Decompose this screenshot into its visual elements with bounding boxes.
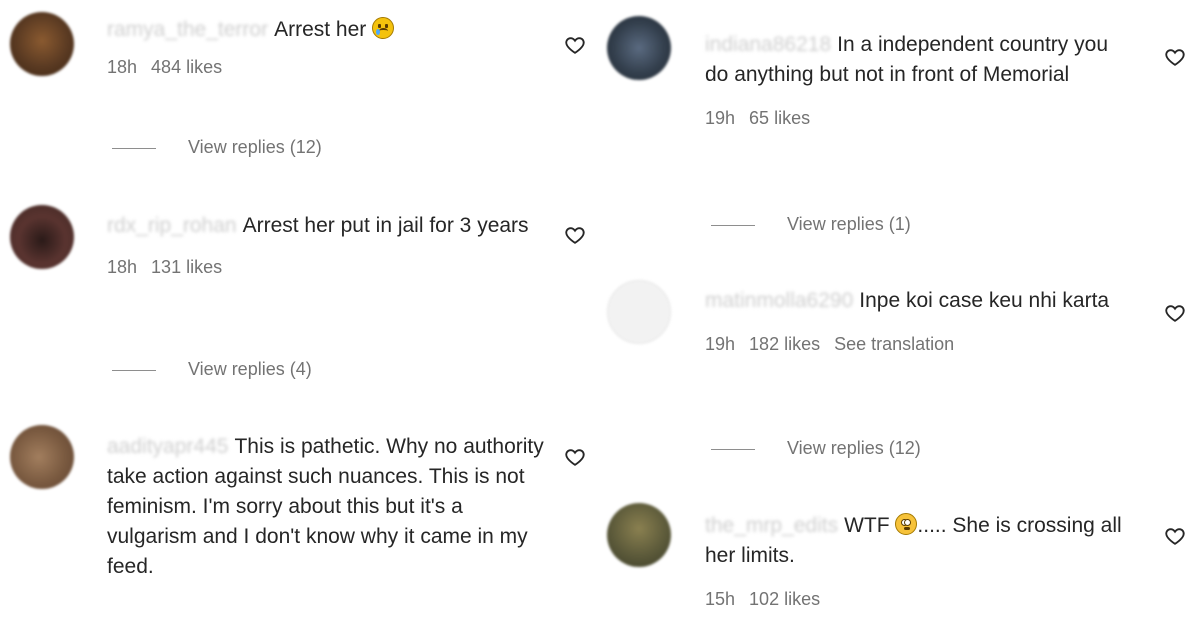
comment-meta: 15h 102 likes (705, 587, 1125, 611)
divider (711, 448, 755, 450)
flushed-face-icon (895, 513, 918, 535)
comment-username[interactable]: ramya_the_terror (107, 18, 268, 41)
comment-likes[interactable]: 102 likes (749, 589, 820, 609)
view-replies-button[interactable]: View replies (4) (112, 357, 312, 381)
comment-text: ramya_the_terror Arrest her (107, 15, 547, 45)
view-replies-button[interactable]: View replies (1) (711, 212, 911, 236)
comment-time[interactable]: 19h (705, 108, 735, 128)
view-replies-button[interactable]: View replies (12) (112, 135, 322, 159)
avatar[interactable] (607, 16, 671, 80)
comment-likes[interactable]: 65 likes (749, 108, 810, 128)
heart-outline-icon[interactable] (564, 34, 586, 56)
comment-time[interactable]: 18h (107, 257, 137, 277)
view-replies-label: View replies (4) (188, 359, 312, 379)
view-replies-label: View replies (12) (188, 137, 322, 157)
view-replies-label: View replies (1) (787, 214, 911, 234)
comment-likes[interactable]: 182 likes (749, 334, 820, 354)
comment-text: rdx_rip_rohan Arrest her put in jail for … (107, 211, 547, 241)
divider (711, 224, 755, 226)
comment-message: Arrest her put in jail for 3 years (242, 214, 529, 237)
see-translation-link[interactable]: See translation (834, 334, 954, 354)
view-replies-label: View replies (12) (787, 438, 921, 458)
comment-message: Arrest her (274, 18, 367, 41)
comment-meta: 19h 65 likes (705, 106, 1125, 130)
comment-meta: 18h 484 likes (107, 55, 547, 79)
comment-text: indiana86218 In a independent country you… (705, 30, 1125, 90)
comment-text: matinmolla6290 Inpe koi case keu nhi kart… (705, 286, 1125, 316)
heart-outline-icon[interactable] (1164, 302, 1186, 324)
comment-time[interactable]: 19h (705, 334, 735, 354)
comment-username[interactable]: matinmolla6290 (705, 289, 853, 312)
comment-text: aadityapr445 This is pathetic. Why no aut… (107, 432, 547, 582)
comment-username[interactable]: rdx_rip_rohan (107, 214, 237, 237)
comment-username[interactable]: indiana86218 (705, 33, 831, 56)
comment-text: the_mrp_edits WTF ..... She is crossing a… (705, 511, 1125, 571)
comment-time[interactable]: 18h (107, 57, 137, 77)
comment-meta: 18h 131 likes (107, 255, 547, 279)
avatar[interactable] (10, 205, 74, 269)
view-replies-button[interactable]: View replies (12) (711, 436, 921, 460)
divider (112, 369, 156, 371)
comment-likes[interactable]: 484 likes (151, 57, 222, 77)
avatar[interactable] (10, 425, 74, 489)
comment-username[interactable]: the_mrp_edits (705, 514, 838, 537)
avatar[interactable] (607, 503, 671, 567)
comment-message-start: WTF (844, 514, 890, 537)
comment-meta: 19h 182 likes See translation (705, 332, 1125, 356)
heart-outline-icon[interactable] (1164, 525, 1186, 547)
divider (112, 147, 156, 149)
comment-message: Inpe koi case keu nhi karta (859, 289, 1110, 312)
heart-outline-icon[interactable] (1164, 46, 1186, 68)
comment-time[interactable]: 15h (705, 589, 735, 609)
avatar[interactable] (607, 280, 671, 344)
heart-outline-icon[interactable] (564, 224, 586, 246)
avatar[interactable] (10, 12, 74, 76)
comment-likes[interactable]: 131 likes (151, 257, 222, 277)
heart-outline-icon[interactable] (564, 446, 586, 468)
crying-face-icon (372, 17, 395, 39)
comment-username[interactable]: aadityapr445 (107, 435, 228, 458)
